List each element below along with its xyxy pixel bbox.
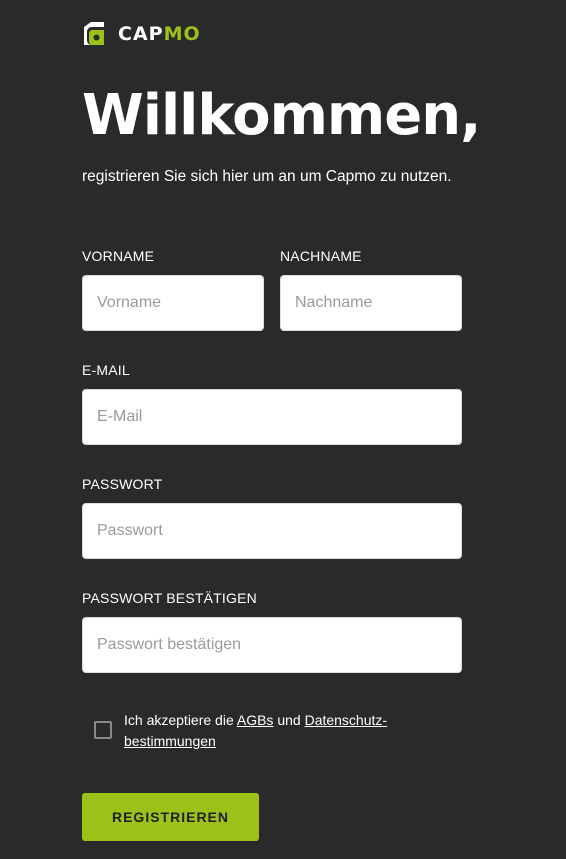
email-label: E-MAIL: [82, 362, 130, 378]
agb-link[interactable]: AGBs: [237, 712, 274, 728]
consent-text-middle: und: [273, 712, 305, 728]
password-confirm-label: PASSWORT BESTÄTIGEN: [82, 590, 257, 606]
page-title: Willkommen,: [82, 83, 481, 148]
capmo-logo-icon: [84, 22, 104, 45]
consent-text-before: Ich akzeptiere die: [124, 712, 237, 728]
capmo-logo[interactable]: CAPMO: [82, 20, 201, 48]
password-input[interactable]: [82, 503, 462, 559]
firstname-input[interactable]: [82, 275, 264, 331]
firstname-label: VORNAME: [82, 248, 155, 264]
password-label: PASSWORT: [82, 476, 163, 492]
page-subtitle: registrieren Sie sich hier um an um Capm…: [82, 168, 452, 185]
terms-checkbox[interactable]: [94, 721, 112, 739]
logo-wordmark: CAPMO: [118, 23, 201, 45]
registration-page: CAPMO Willkommen, registrieren Sie sich …: [0, 0, 566, 859]
email-input[interactable]: [82, 389, 462, 445]
password-confirm-input[interactable]: [82, 617, 462, 673]
lastname-input[interactable]: [280, 275, 462, 331]
register-button[interactable]: REGISTRIEREN: [82, 793, 259, 841]
lastname-label: NACHNAME: [280, 248, 362, 264]
terms-consent-text: Ich akzeptiere die AGBs und Datenschutz-…: [124, 710, 424, 752]
